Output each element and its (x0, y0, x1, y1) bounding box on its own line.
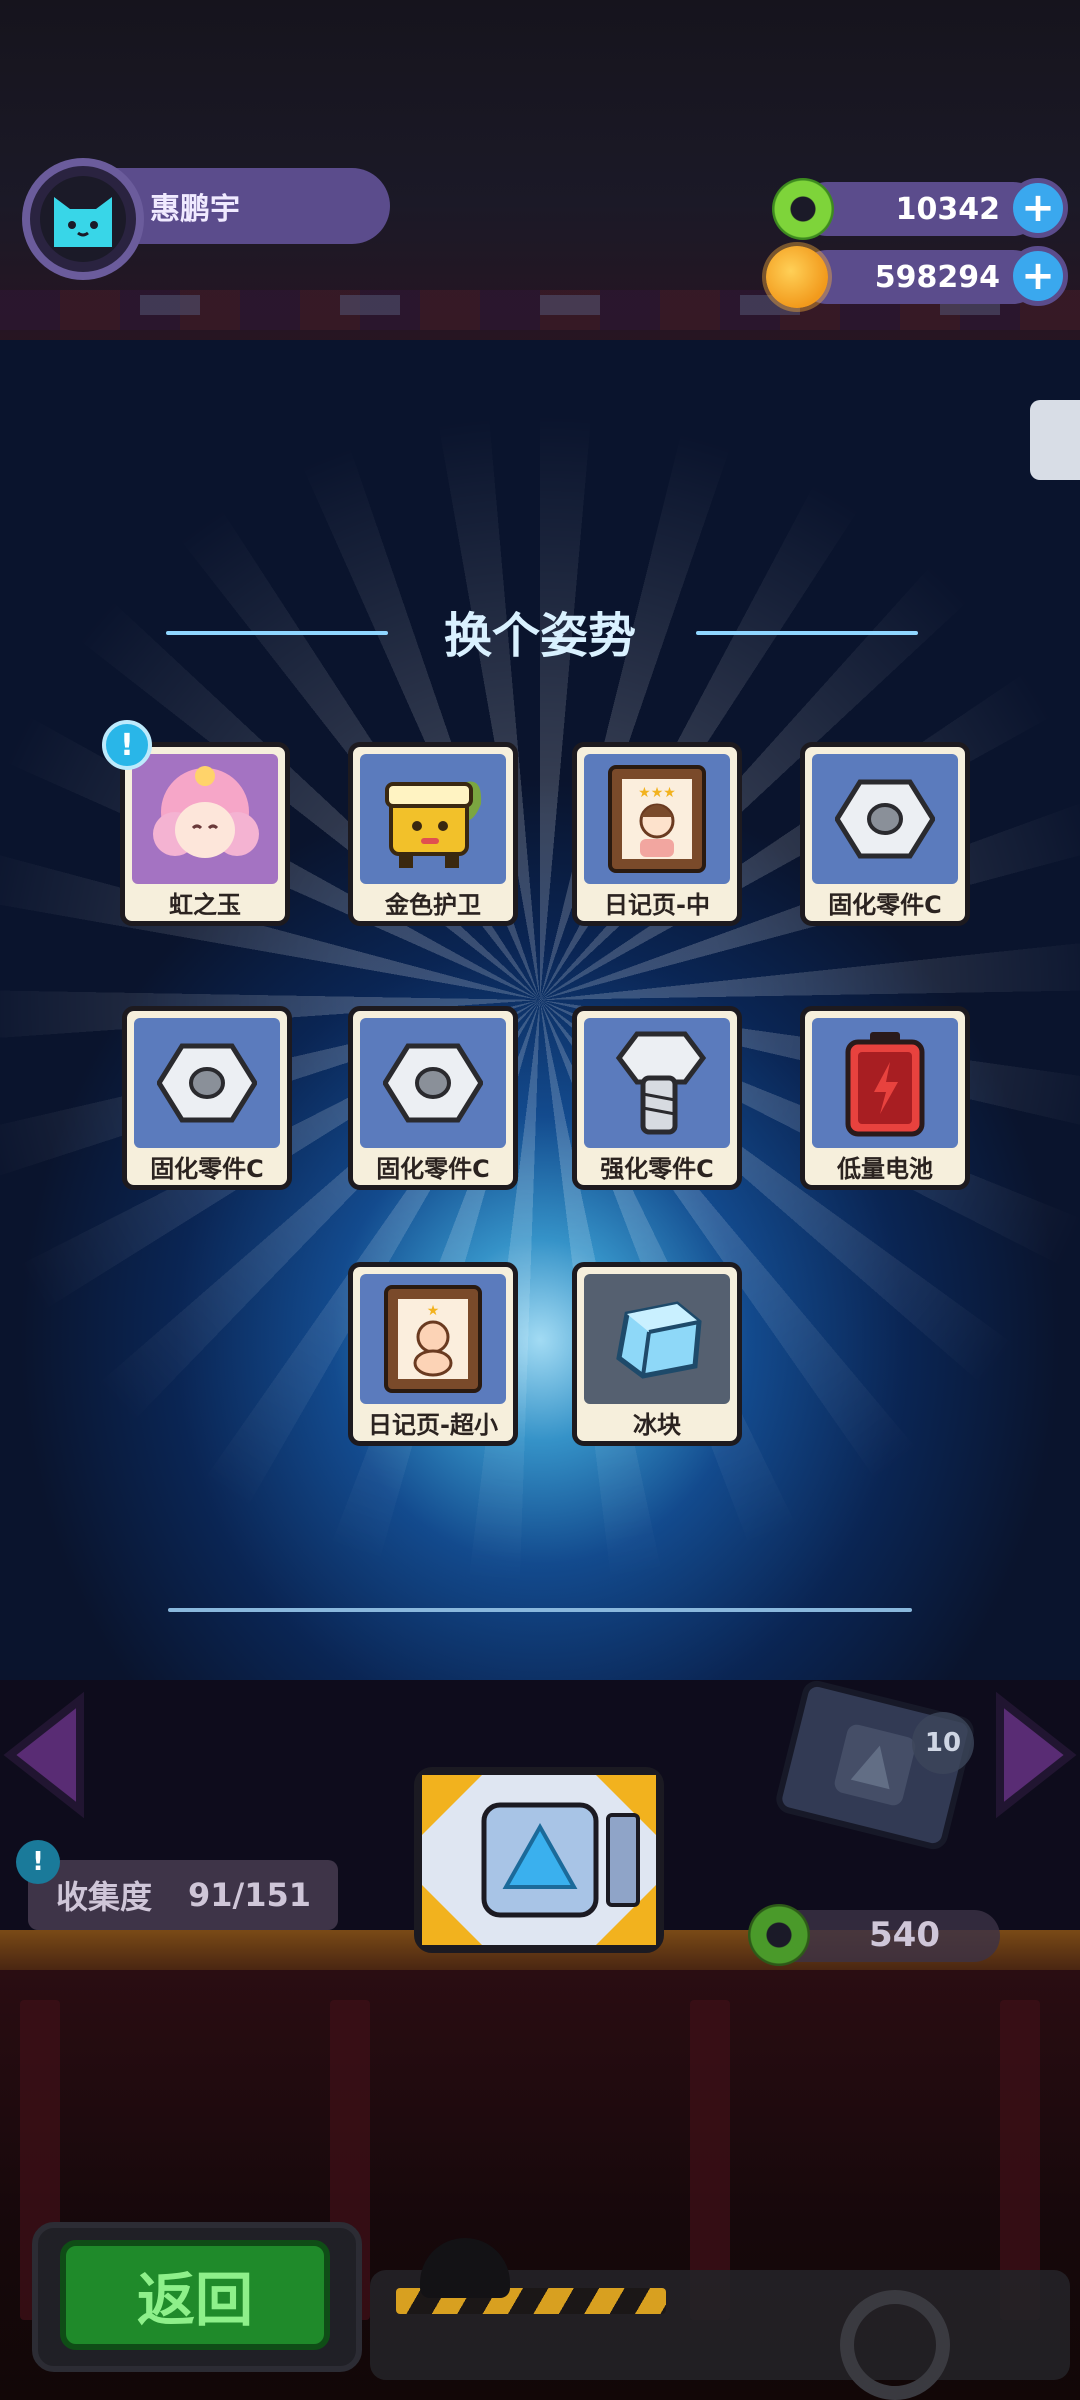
collection-label: 收集度 (56, 1878, 153, 1916)
currency-value-planet: 598294 (874, 260, 1000, 295)
reward-label: 日记页-中 (604, 891, 710, 919)
reward-chest-icon[interactable] (412, 1765, 666, 1955)
svg-text:★★★: ★★★ (638, 785, 676, 801)
add-donut-button[interactable]: + (1008, 178, 1068, 238)
arrow-left-icon[interactable] (0, 1690, 90, 1820)
bolt-icon (584, 1018, 730, 1148)
low-battery-icon (812, 1018, 958, 1148)
hex-nut-icon (134, 1018, 280, 1148)
cat-face-icon (54, 197, 112, 247)
hex-nut-icon (812, 754, 958, 884)
arrow-right-icon[interactable] (990, 1690, 1080, 1820)
reward-card[interactable]: 低量电池 (800, 1006, 970, 1190)
reward-label: 虹之玉 (169, 891, 241, 919)
reward-card[interactable]: 固化零件C (122, 1006, 292, 1190)
chest-count-badge: 10 (912, 1712, 974, 1774)
ring-decoration (840, 2290, 950, 2400)
collection-progress[interactable]: 收集度 91/151 (28, 1860, 338, 1930)
reward-label: 金色护卫 (385, 891, 481, 919)
add-planet-button[interactable]: + (1008, 246, 1068, 306)
reward-label: 低量电池 (837, 1155, 933, 1183)
reward-label: 固化零件C (828, 891, 942, 919)
diary-page-baby-icon: ★ (360, 1274, 506, 1404)
avatar[interactable] (22, 158, 144, 280)
reward-label: 冰块 (633, 1411, 681, 1439)
reward-card[interactable]: ★ 日记页-超小 (348, 1262, 518, 1446)
diary-page-portrait-icon: ★★★ (584, 754, 730, 884)
reward-divider (168, 1608, 912, 1612)
currency-value-donut: 10342 (895, 192, 1000, 227)
reward-card[interactable]: ★★★ 日记页-中 (572, 742, 742, 926)
hex-nut-icon (360, 1018, 506, 1148)
collection-value: 91/151 (188, 1876, 312, 1914)
side-menu-tab[interactable] (1030, 400, 1080, 480)
reward-label: 日记页-超小 (368, 1411, 498, 1439)
ice-cube-icon (584, 1274, 730, 1404)
reward-card[interactable]: 虹之玉 (120, 742, 290, 926)
reward-card[interactable]: 冰块 (572, 1262, 742, 1446)
pink-hair-character-icon (132, 754, 278, 884)
svg-text:★: ★ (427, 1303, 440, 1319)
player-name: 惠鹏宇 (150, 192, 240, 227)
reward-card[interactable]: 固化零件C (800, 742, 970, 926)
reward-title: 换个姿势 (443, 608, 636, 664)
reward-card[interactable]: 金色护卫 (348, 742, 518, 926)
golden-guard-character-icon (360, 754, 506, 884)
reward-label: 固化零件C (150, 1155, 264, 1183)
collection-info-badge[interactable]: ! (16, 1840, 60, 1884)
info-badge[interactable]: ! (102, 720, 152, 770)
reward-label: 固化零件C (376, 1155, 490, 1183)
reward-label: 强化零件C (600, 1155, 714, 1183)
reward-card[interactable]: 固化零件C (348, 1006, 518, 1190)
reward-card[interactable]: 强化零件C (572, 1006, 742, 1190)
chest-cost-value: 540 (869, 1915, 940, 1955)
back-button[interactable]: 返回 (60, 2240, 330, 2350)
